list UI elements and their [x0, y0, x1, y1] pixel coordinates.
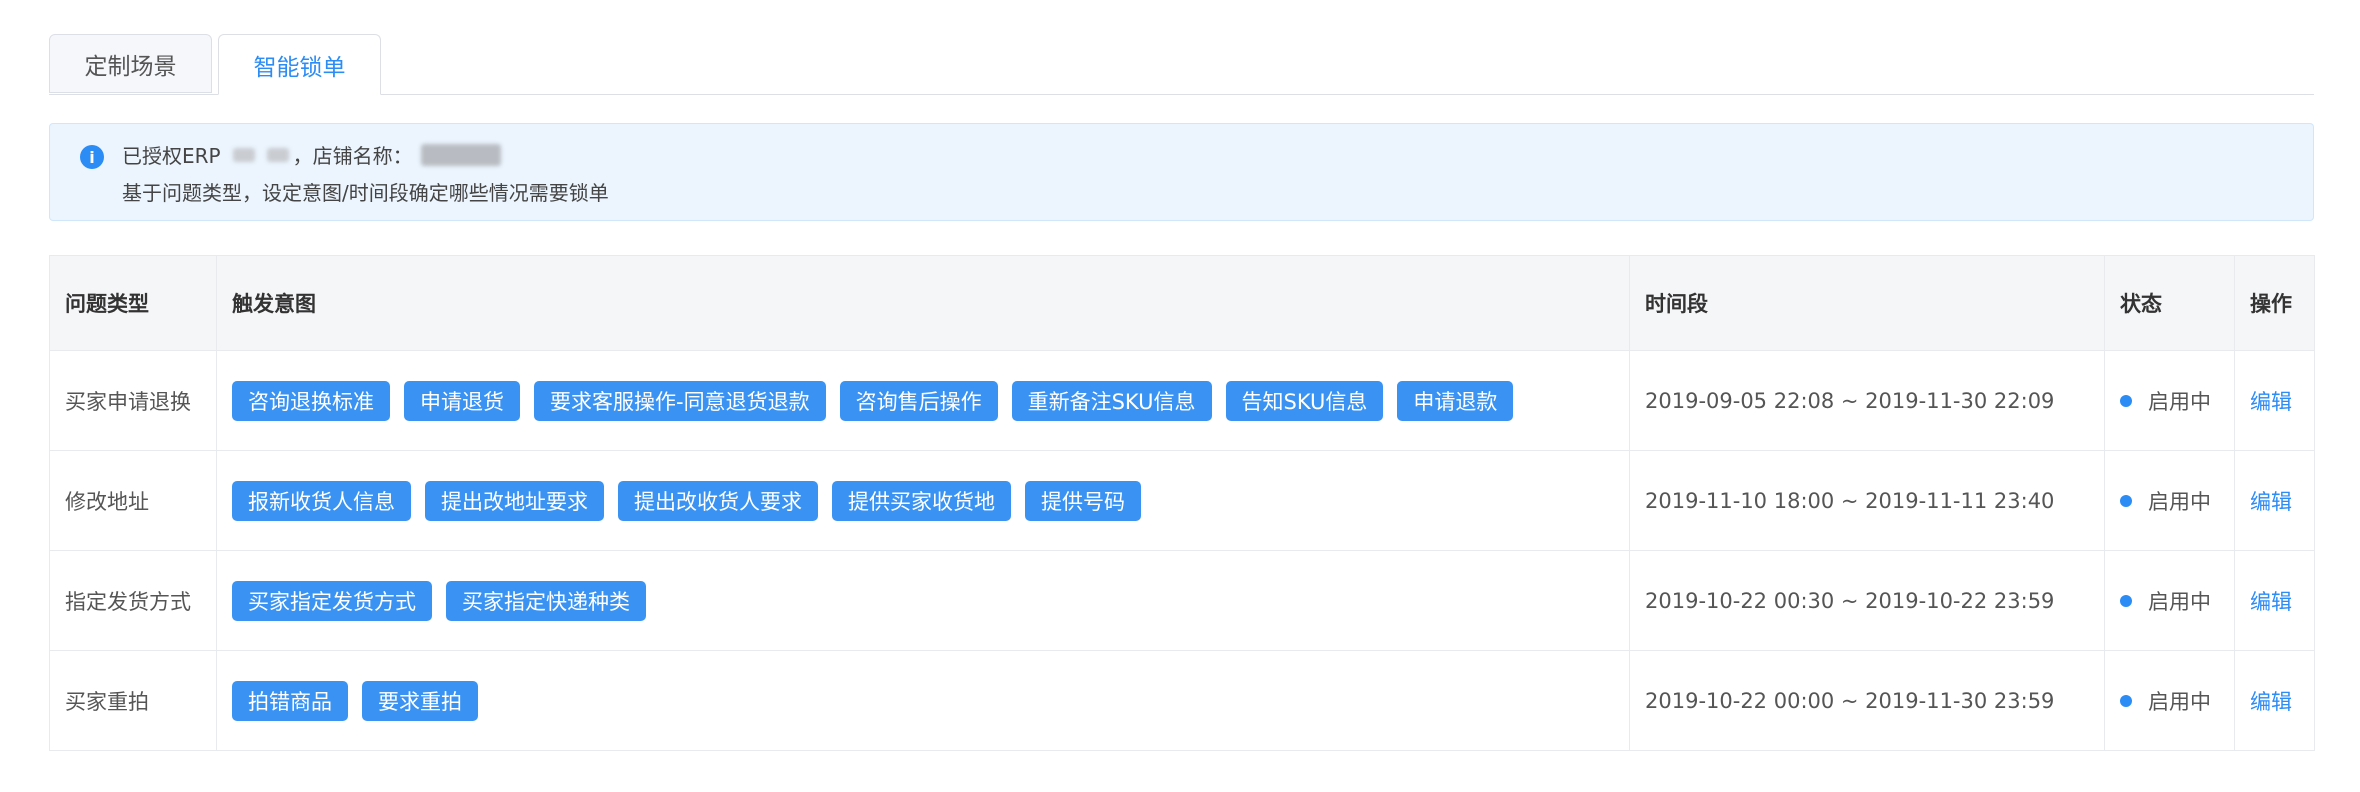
cell-status: 启用中 — [2104, 450, 2235, 551]
cell-time-range: 2019-11-10 18:00 ~ 2019-11-11 23:40 — [1629, 450, 2105, 551]
intent-tag[interactable]: 重新备注SKU信息 — [1011, 380, 1212, 421]
time-range-text: 2019-10-22 00:30 ~ 2019-10-22 23:59 — [1645, 588, 2055, 613]
header-time-range: 时间段 — [1629, 255, 2105, 351]
cell-operation: 编辑 — [2234, 650, 2315, 751]
time-range-text: 2019-11-10 18:00 ~ 2019-11-11 23:40 — [1645, 488, 2055, 513]
intent-tag-list: 报新收货人信息 提出改地址要求 提出改收货人要求 提供买家收货地 提供号码 — [232, 480, 1614, 521]
cell-question-type: 买家重拍 — [49, 650, 217, 751]
status-text: 启用中 — [2148, 389, 2211, 414]
cell-time-range: 2019-10-22 00:00 ~ 2019-11-30 23:59 — [1629, 650, 2105, 751]
cell-trigger-intent: 咨询退换标准 申请退货 要求客服操作-同意退货退款 咨询售后操作 重新备注SKU… — [216, 350, 1630, 451]
header-operation: 操作 — [2234, 255, 2315, 351]
intent-tag[interactable]: 申请退货 — [404, 380, 520, 421]
cell-status: 启用中 — [2104, 550, 2235, 651]
intent-tag[interactable]: 报新收货人信息 — [232, 480, 411, 521]
redacted-erp-name-2 — [266, 147, 289, 162]
table-row: 买家申请退换 咨询退换标准 申请退货 要求客服操作-同意退货退款 咨询售后操作 … — [49, 350, 2315, 451]
edit-link[interactable]: 编辑 — [2250, 590, 2292, 614]
cell-question-type: 买家申请退换 — [49, 350, 217, 451]
intent-tag[interactable]: 要求客服操作-同意退货退款 — [534, 380, 826, 421]
status-indicator: 启用中 — [2120, 586, 2219, 616]
header-status: 状态 — [2104, 255, 2235, 351]
intent-tag[interactable]: 拍错商品 — [232, 680, 348, 721]
cell-operation: 编辑 — [2234, 550, 2315, 651]
cell-status: 启用中 — [2104, 650, 2235, 751]
table-row: 买家重拍 拍错商品 要求重拍 2019-10-22 00:00 ~ 2019-1… — [49, 650, 2315, 751]
alert-store-label: ，店铺名称： — [292, 144, 413, 168]
cell-operation: 编辑 — [2234, 450, 2315, 551]
status-indicator: 启用中 — [2120, 386, 2219, 416]
header-question-type: 问题类型 — [49, 255, 217, 351]
intent-tag[interactable]: 咨询退换标准 — [232, 380, 390, 421]
alert-authorized-line: 已授权ERP ，店铺名称： — [122, 140, 501, 169]
redacted-erp-name — [232, 147, 255, 162]
intent-tag-list: 买家指定发货方式 买家指定快递种类 — [232, 580, 1614, 621]
intent-tag[interactable]: 提出改收货人要求 — [618, 480, 818, 521]
intent-tag-list: 咨询退换标准 申请退货 要求客服操作-同意退货退款 咨询售后操作 重新备注SKU… — [232, 380, 1614, 421]
alert-erp-label: 已授权ERP — [122, 144, 221, 168]
status-dot-icon — [2120, 594, 2132, 607]
alert-description: 基于问题类型，设定意图/时间段确定哪些情况需要锁单 — [122, 181, 609, 205]
tab-smart-lock[interactable]: 智能锁单 — [218, 34, 381, 95]
cell-time-range: 2019-10-22 00:30 ~ 2019-10-22 23:59 — [1629, 550, 2105, 651]
table-header-row: 问题类型 触发意图 时间段 状态 操作 — [49, 255, 2315, 351]
cell-operation: 编辑 — [2234, 350, 2315, 451]
cell-question-type: 修改地址 — [49, 450, 217, 551]
cell-trigger-intent: 买家指定发货方式 买家指定快递种类 — [216, 550, 1630, 651]
status-dot-icon — [2120, 694, 2132, 707]
header-trigger-intent: 触发意图 — [216, 255, 1630, 351]
intent-tag[interactable]: 申请退款 — [1397, 380, 1514, 421]
info-icon: i — [80, 145, 104, 169]
status-text: 启用中 — [2148, 489, 2211, 514]
intent-tag[interactable]: 告知SKU信息 — [1225, 380, 1384, 421]
time-range-text: 2019-10-22 00:00 ~ 2019-11-30 23:59 — [1645, 688, 2055, 713]
redacted-store-name — [420, 143, 501, 166]
time-range-text: 2019-09-05 22:08 ~ 2019-11-30 22:09 — [1645, 388, 2055, 413]
intent-tag[interactable]: 要求重拍 — [362, 680, 478, 721]
status-text: 启用中 — [2148, 589, 2211, 614]
status-dot-icon — [2120, 494, 2132, 507]
table-row: 修改地址 报新收货人信息 提出改地址要求 提出改收货人要求 提供买家收货地 提供… — [49, 450, 2315, 551]
smart-lock-page: 定制场景 智能锁单 i 已授权ERP ，店铺名称： 基于问题类型，设定意图/时间… — [0, 0, 2360, 792]
cell-question-type: 指定发货方式 — [49, 550, 217, 651]
cell-status: 启用中 — [2104, 350, 2235, 451]
cell-trigger-intent: 报新收货人信息 提出改地址要求 提出改收货人要求 提供买家收货地 提供号码 — [216, 450, 1630, 551]
intent-tag[interactable]: 买家指定快递种类 — [446, 580, 646, 621]
status-dot-icon — [2120, 394, 2132, 407]
status-indicator: 启用中 — [2120, 686, 2219, 716]
cell-trigger-intent: 拍错商品 要求重拍 — [216, 650, 1630, 751]
status-indicator: 启用中 — [2120, 486, 2219, 516]
cell-time-range: 2019-09-05 22:08 ~ 2019-11-30 22:09 — [1629, 350, 2105, 451]
table-row: 指定发货方式 买家指定发货方式 买家指定快递种类 2019-10-22 00:3… — [49, 550, 2315, 651]
intent-tag[interactable]: 提供买家收货地 — [832, 480, 1011, 521]
info-alert: i 已授权ERP ，店铺名称： 基于问题类型，设定意图/时间段确定哪些情况需要锁… — [49, 123, 2314, 221]
intent-tag[interactable]: 提供号码 — [1025, 480, 1141, 521]
tab-bar: 定制场景 智能锁单 — [49, 34, 2314, 95]
intent-tag-list: 拍错商品 要求重拍 — [232, 680, 1614, 721]
intent-tag[interactable]: 提出改地址要求 — [425, 480, 604, 521]
status-text: 启用中 — [2148, 689, 2211, 714]
lock-rules-table: 问题类型 触发意图 时间段 状态 操作 买家申请退换 咨询退换标准 申请退货 要… — [49, 255, 2315, 751]
intent-tag[interactable]: 买家指定发货方式 — [232, 580, 432, 621]
tab-custom-scene[interactable]: 定制场景 — [49, 34, 212, 93]
intent-tag[interactable]: 咨询售后操作 — [839, 380, 998, 421]
edit-link[interactable]: 编辑 — [2250, 490, 2292, 514]
edit-link[interactable]: 编辑 — [2250, 390, 2292, 414]
edit-link[interactable]: 编辑 — [2250, 690, 2292, 714]
